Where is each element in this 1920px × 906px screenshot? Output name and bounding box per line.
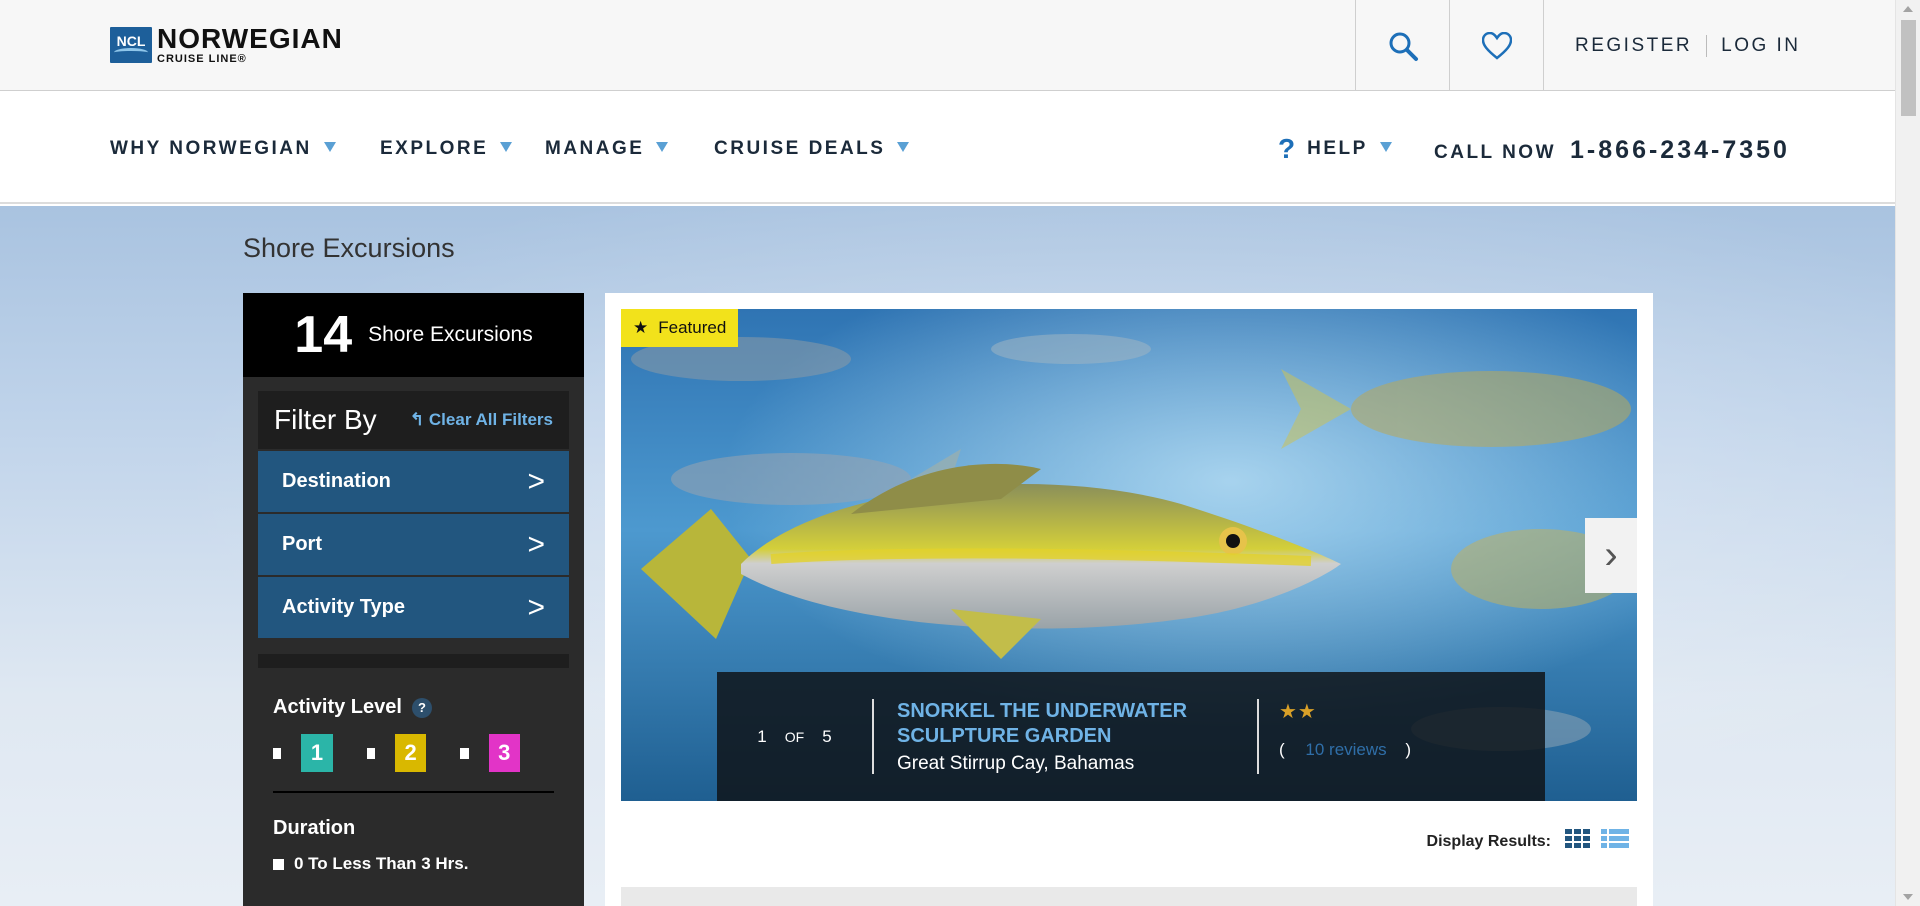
caret-down-icon [656,142,669,152]
help-question-icon: ? [1278,133,1296,164]
caret-down-icon [500,142,513,152]
auth-divider [1706,34,1708,57]
call-now: CALL NOW 1-866-234-7350 [1434,136,1790,165]
display-results-label: Display Results: [1426,832,1551,850]
results-count-label: Shore Excursions [368,323,533,346]
results-list-top [621,887,1637,906]
logo-wordmark: NORWEGIAN [157,23,343,54]
duration-title: Duration [273,817,356,839]
results-count: 14 Shore Excursions [243,293,584,377]
activity-level-3-checkbox[interactable] [460,747,469,759]
call-now-label: CALL NOW [1434,142,1557,163]
duration-option[interactable]: 0 To Less Than 3 Hrs. [273,854,554,874]
nav-label: WHY NORWEGIAN [110,138,312,159]
logo-subtitle: CRUISE LINE® [157,53,247,65]
pager-total: 5 [822,726,832,746]
activity-level-1-badge[interactable]: 1 [301,734,333,772]
page-title: Shore Excursions [243,233,455,263]
excursion-location: Great Stirrup Cay, Bahamas [897,752,1135,774]
activity-level-3-badge[interactable]: 3 [488,734,521,772]
heart-icon [1481,31,1512,60]
filter-header: Filter By ↰ Clear All Filters [258,391,569,449]
grid-view-icon[interactable] [1565,829,1591,854]
featured-carousel: ★ Featured › 1 OF 5 SNORKEL THE UNDERWAT… [621,309,1637,801]
search-icon [1389,32,1418,61]
top-bar: NCL NORWEGIAN CRUISE LINE® REGISTER LOG … [0,0,1895,91]
chevron-right-icon: > [527,590,545,624]
scroll-thumb[interactable] [1901,20,1916,116]
excursion-title-link[interactable]: SNORKEL THE UNDERWATER SCULPTURE GARDEN [897,699,1257,749]
featured-caption: 1 OF 5 SNORKEL THE UNDERWATER SCULPTURE … [717,672,1545,801]
filter-port[interactable]: Port > [258,514,569,575]
pager-of: OF [784,728,805,745]
filter-sidebar: 14 Shore Excursions Filter By ↰ Clear Al… [243,293,584,906]
main-navigation: WHY NORWEGIAN EXPLORE MANAGE CRUISE DEAL… [0,91,1895,204]
activity-level-section: Activity Level ? 1 2 3 [243,696,584,772]
caret-down-icon [323,142,336,152]
display-results: Display Results: [1427,829,1629,854]
login-link[interactable]: LOG IN [1721,35,1800,57]
scroll-down-arrow-icon[interactable] [1903,894,1913,900]
clear-all-filters-link[interactable]: ↰ Clear All Filters [410,410,553,430]
excursion-rating: ★★ ( 10 reviews ) [1257,699,1411,774]
reset-icon: ↰ [409,410,425,429]
star-icon: ★ [633,318,649,337]
caret-down-icon [897,142,910,152]
activity-level-title: Activity Level [273,696,402,718]
ncl-logo[interactable]: NCL NORWEGIAN CRUISE LINE® [110,25,343,65]
carousel-pager: 1 OF 5 [717,699,874,774]
chevron-right-icon: › [1604,533,1618,577]
nav-help[interactable]: ? HELP [1278,133,1392,165]
filter-title: Filter By [274,404,377,435]
activity-level-options: 1 2 3 [273,734,554,772]
nav-cruise-deals[interactable]: CRUISE DEALS [714,138,910,160]
scroll-up-arrow-icon[interactable] [1903,6,1913,12]
nav-label: MANAGE [545,138,645,159]
nav-label: HELP [1307,138,1368,159]
filter-label: Destination [282,470,391,492]
nav-label: CRUISE DEALS [714,138,886,159]
duration-checkbox[interactable] [273,858,284,870]
help-question-icon[interactable]: ? [411,697,432,718]
nav-why-norwegian[interactable]: WHY NORWEGIAN [110,138,336,160]
nav-explore[interactable]: EXPLORE [380,138,513,160]
pager-current: 1 [757,726,767,746]
page-scrollbar[interactable] [1895,0,1920,906]
activity-level-2-checkbox[interactable] [366,747,375,759]
divider [258,654,569,668]
activity-level-2-badge[interactable]: 2 [394,734,427,772]
duration-section: Duration 0 To Less Than 3 Hrs. [243,817,584,874]
register-link[interactable]: REGISTER [1575,35,1692,57]
section-divider [273,791,554,793]
filter-label: Activity Type [282,596,405,618]
results-count-number: 14 [294,306,353,364]
carousel-next-button[interactable]: › [1585,518,1637,593]
nav-label: EXPLORE [380,138,489,159]
chevron-right-icon: > [527,464,545,498]
filter-label: Port [282,533,322,555]
list-view-icon[interactable] [1601,829,1629,854]
filter-activity-type[interactable]: Activity Type > [258,577,569,638]
featured-badge: ★ Featured [621,309,739,347]
phone-number[interactable]: 1-866-234-7350 [1570,136,1790,165]
activity-level-1-checkbox[interactable] [273,747,282,759]
logo-badge: NCL [110,27,152,63]
search-button[interactable] [1355,0,1449,91]
chevron-right-icon: > [527,527,545,561]
nav-manage[interactable]: MANAGE [545,138,669,160]
reviews-link[interactable]: 10 reviews [1305,740,1386,759]
caret-down-icon [1379,142,1392,152]
auth-links: REGISTER LOG IN [1543,0,1895,91]
favorites-button[interactable] [1449,0,1543,91]
filter-destination[interactable]: Destination > [258,451,569,512]
rating-stars-icon: ★★ [1279,701,1317,723]
duration-option-label: 0 To Less Than 3 Hrs. [294,854,469,873]
results-panel: ★ Featured › 1 OF 5 SNORKEL THE UNDERWAT… [605,293,1653,906]
